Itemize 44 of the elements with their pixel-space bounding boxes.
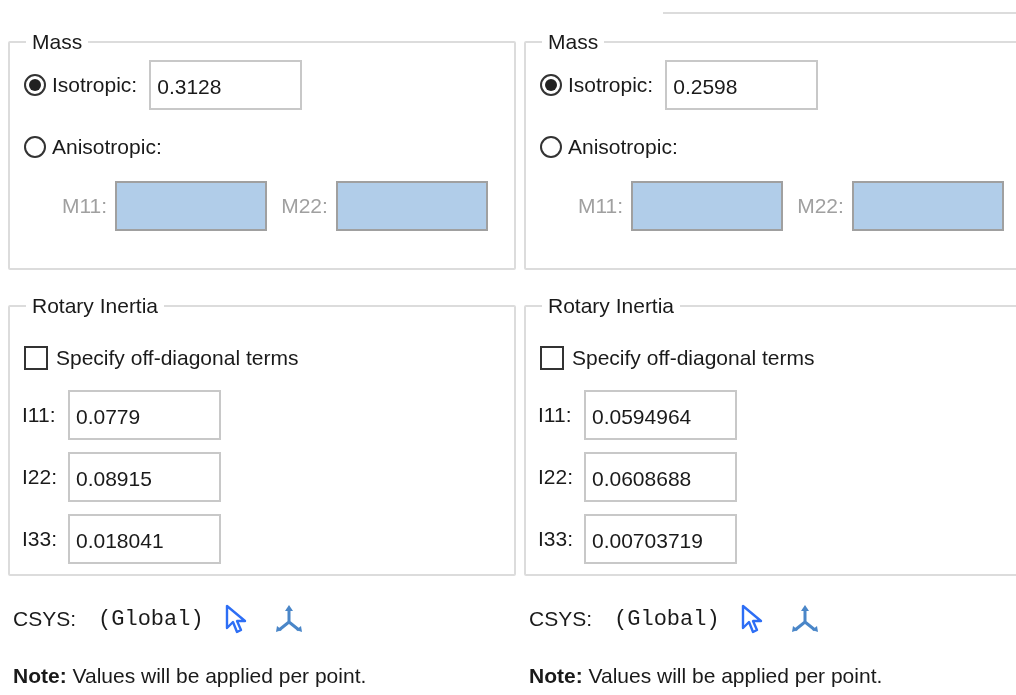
field-label: I11: (538, 403, 573, 427)
radio-button[interactable] (24, 136, 46, 158)
input-field[interactable]: 0.018041 (68, 514, 221, 564)
axes-icon[interactable] (789, 604, 820, 634)
checkbox-label: Specify off-diagonal terms (572, 346, 815, 370)
radio-label: Isotropic: (568, 73, 654, 97)
group-title: Mass (547, 30, 600, 54)
note-text: Note: Values will be applied per point. (12, 664, 368, 688)
input-field[interactable]: 0.2598 (665, 60, 819, 110)
field-label: I11: (22, 403, 57, 427)
group-title: Rotary Inertia (31, 294, 160, 318)
radio-button[interactable] (540, 136, 562, 158)
field-label: M22: (797, 194, 844, 218)
group-title: Mass (31, 30, 84, 54)
checkbox-label: Specify off-diagonal terms (56, 346, 299, 370)
checkbox[interactable] (540, 346, 564, 370)
radio-label: Anisotropic: (52, 135, 162, 159)
radio-button[interactable] (24, 74, 46, 96)
field-label: M22: (281, 194, 328, 218)
field-label: I33: (22, 527, 59, 551)
note-text: Note: Values will be applied per point. (528, 664, 884, 688)
csys-label: CSYS: (13, 607, 77, 631)
input-field[interactable]: 0.0608688 (584, 452, 737, 502)
axes-icon[interactable] (273, 604, 304, 634)
csys-value: (Global) (98, 606, 204, 632)
input-field[interactable]: 0.3128 (149, 60, 303, 110)
cursor-arrow-icon[interactable] (739, 604, 764, 634)
input-field[interactable]: 0.08915 (68, 452, 221, 502)
radio-button[interactable] (540, 74, 562, 96)
checkbox[interactable] (24, 346, 48, 370)
input-field[interactable]: 0.00703719 (584, 514, 737, 564)
csys-label: CSYS: (529, 607, 593, 631)
cursor-arrow-icon[interactable] (223, 604, 248, 634)
field-label: M11: (62, 194, 108, 218)
csys-value: (Global) (614, 606, 720, 632)
field-label: I22: (538, 465, 575, 489)
input-field[interactable]: 0.0779 (68, 390, 221, 440)
field-label: M11: (578, 194, 624, 218)
field-label: I33: (538, 527, 575, 551)
input-field[interactable]: 0.0594964 (584, 390, 737, 440)
radio-label: Isotropic: (52, 73, 138, 97)
group-title: Rotary Inertia (547, 294, 676, 318)
radio-label: Anisotropic: (568, 135, 678, 159)
field-label: I22: (22, 465, 59, 489)
